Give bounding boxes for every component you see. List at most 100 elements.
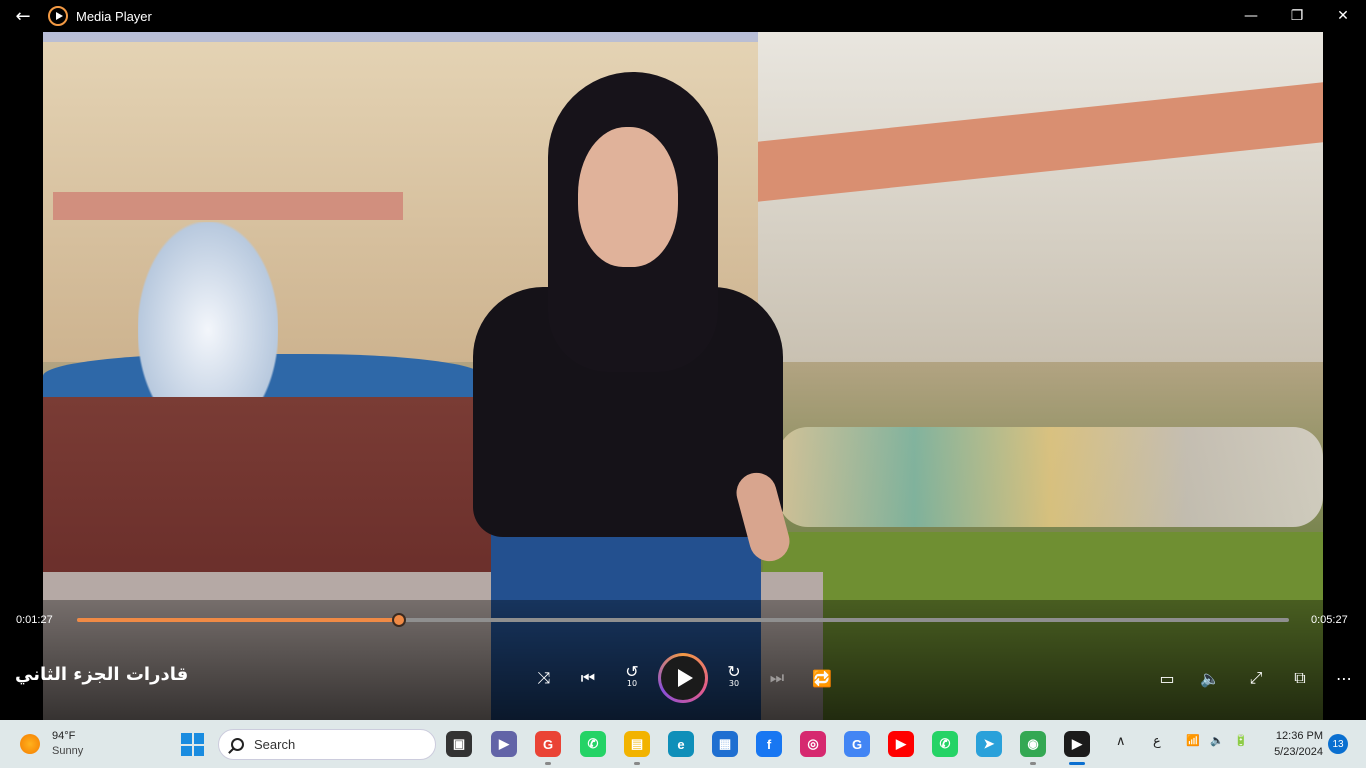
play-icon [677, 669, 693, 687]
whatsapp-taskbar-button[interactable]: ✆ [580, 731, 606, 757]
repeat-off-icon: 🔁 [812, 668, 832, 688]
clock-date: 5/23/2024 [1274, 746, 1323, 758]
facebook-taskbar-button[interactable]: f [756, 731, 782, 757]
taskbar-search[interactable]: Search [218, 729, 436, 760]
previous-icon: ⏮ [580, 668, 596, 687]
edge-taskbar-button[interactable]: e [668, 731, 694, 757]
close-button[interactable]: ✕ [1320, 0, 1366, 32]
more-options-button[interactable]: ⋯ [1326, 660, 1362, 696]
sun-icon [20, 734, 40, 754]
speaker-icon: 🔈 [1210, 734, 1224, 747]
chrome-taskbar-button[interactable]: ◉ [1020, 731, 1046, 757]
seek-bar-progress [77, 618, 400, 622]
media-player-icon: ▶ [1072, 736, 1082, 751]
windows-logo-pane [181, 733, 192, 744]
whatsapp-icon: ✆ [587, 736, 599, 751]
telegram-taskbar-button[interactable]: ➤ [976, 731, 1002, 757]
whatsapp-2-taskbar-button[interactable]: ✆ [932, 731, 958, 757]
edge-icon: e [677, 736, 685, 752]
forward-button[interactable]: ↻ 30 [716, 660, 752, 696]
weather-text: 94°F Sunny [52, 729, 83, 759]
window-controls: — ❐ ✕ [1228, 0, 1366, 32]
forward-seconds-label: 30 [728, 679, 740, 688]
start-button[interactable] [181, 733, 204, 756]
chrome-running-indicator [1030, 762, 1036, 765]
youtube-icon: ▶ [896, 736, 906, 751]
file-explorer-icon: ▤ [630, 736, 644, 751]
youtube-taskbar-button[interactable]: ▶ [888, 731, 914, 757]
battery-icon: 🔋 [1234, 734, 1248, 747]
shuffle-button[interactable]: ⤨ [526, 660, 562, 696]
volume-button[interactable]: 🔈 [1192, 660, 1228, 696]
language-label: ع [1153, 734, 1161, 749]
instagram-icon: ◎ [807, 736, 819, 751]
google-2-icon: G [851, 736, 863, 752]
teams-taskbar-button[interactable]: ▶ [491, 731, 517, 757]
weather-widget[interactable]: 94°F Sunny [20, 729, 83, 759]
video-fountain-water [138, 222, 278, 402]
minimize-button[interactable]: — [1228, 0, 1274, 32]
rewind-seconds-label: 10 [626, 679, 638, 688]
media-player-window: ← Media Player — ❐ ✕ 0:01:27 0:05:27 قاد… [0, 0, 1366, 720]
repeat-button[interactable]: 🔁 [804, 660, 840, 696]
whatsapp-2-icon: ✆ [939, 736, 951, 751]
media-player-running-indicator [1069, 762, 1085, 765]
more-icon: ⋯ [1336, 668, 1352, 688]
rewind-icon: ↺ [625, 662, 639, 681]
title-bar: ← Media Player — ❐ ✕ [0, 0, 1366, 32]
google-2-taskbar-button[interactable]: G [844, 731, 870, 757]
clock-time: 12:36 PM [1275, 730, 1323, 742]
task-view-taskbar-button[interactable]: ▣ [446, 731, 472, 757]
next-button[interactable]: ⏭ [759, 660, 795, 696]
video-pergola [53, 192, 403, 220]
previous-button[interactable]: ⏮ [570, 660, 606, 696]
play-button-inner [661, 656, 705, 700]
file-explorer-taskbar-button[interactable]: ▤ [624, 731, 650, 757]
video-fountain-base [43, 397, 513, 577]
chrome-icon: ◉ [1027, 736, 1039, 751]
facebook-icon: f [766, 736, 772, 752]
telegram-icon: ➤ [983, 736, 995, 751]
search-placeholder: Search [254, 737, 296, 752]
wifi-icon: 📶 [1186, 734, 1200, 747]
file-explorer-running-indicator [634, 762, 640, 765]
input-language-indicator[interactable]: ع [1153, 734, 1161, 749]
windows-logo-pane [181, 745, 192, 756]
notification-badge[interactable]: 13 [1328, 734, 1348, 754]
media-title: قادرات الجزء الثاني [15, 664, 189, 685]
instagram-taskbar-button[interactable]: ◎ [800, 731, 826, 757]
subtitles-icon: ▭ [1159, 668, 1175, 688]
battery-status[interactable]: 🔋 [1234, 734, 1248, 747]
back-button[interactable]: ← [0, 0, 46, 32]
store-taskbar-button[interactable]: ▦ [712, 731, 738, 757]
chevron-up-icon: ∧ [1116, 734, 1126, 749]
fullscreen-button[interactable]: ⤢ [1238, 660, 1274, 696]
windows-logo-pane [193, 733, 204, 744]
person-face [578, 127, 678, 267]
media-player-taskbar-button[interactable]: ▶ [1064, 731, 1090, 757]
total-duration: 0:05:27 [1311, 614, 1348, 626]
task-view-icon: ▣ [452, 736, 466, 751]
taskbar: 94°F Sunny Search ▣ ▶ G ✆ ▤ e ▦ f ◎ G ▶ ✆ ➤ ◉ ▶ ∧ ع 📶 … [0, 720, 1366, 768]
media-player-logo-icon [48, 6, 68, 26]
miniplayer-icon: ⧉ [1294, 668, 1306, 687]
windows-logo-pane [193, 745, 204, 756]
google-running-indicator [545, 762, 551, 765]
video-stones [778, 427, 1323, 527]
wifi-status[interactable]: 📶 [1186, 734, 1200, 747]
google-taskbar-button[interactable]: G [535, 731, 561, 757]
seek-bar[interactable] [77, 613, 1289, 627]
restore-button[interactable]: ❐ [1274, 0, 1320, 32]
miniplayer-button[interactable]: ⧉ [1282, 660, 1318, 696]
next-icon: ⏭ [769, 668, 785, 687]
weather-temperature: 94°F [52, 730, 76, 742]
show-hidden-icons-button[interactable]: ∧ [1116, 734, 1126, 749]
video-building-right [758, 32, 1323, 362]
system-clock[interactable]: 12:36 PM 5/23/2024 [1266, 728, 1323, 760]
subtitles-button[interactable]: ▭ [1149, 660, 1185, 696]
teams-icon: ▶ [499, 736, 509, 751]
play-button[interactable] [658, 653, 708, 703]
rewind-button[interactable]: ↺ 10 [614, 660, 650, 696]
volume-status[interactable]: 🔈 [1210, 734, 1224, 747]
window-title: Media Player [76, 8, 152, 24]
